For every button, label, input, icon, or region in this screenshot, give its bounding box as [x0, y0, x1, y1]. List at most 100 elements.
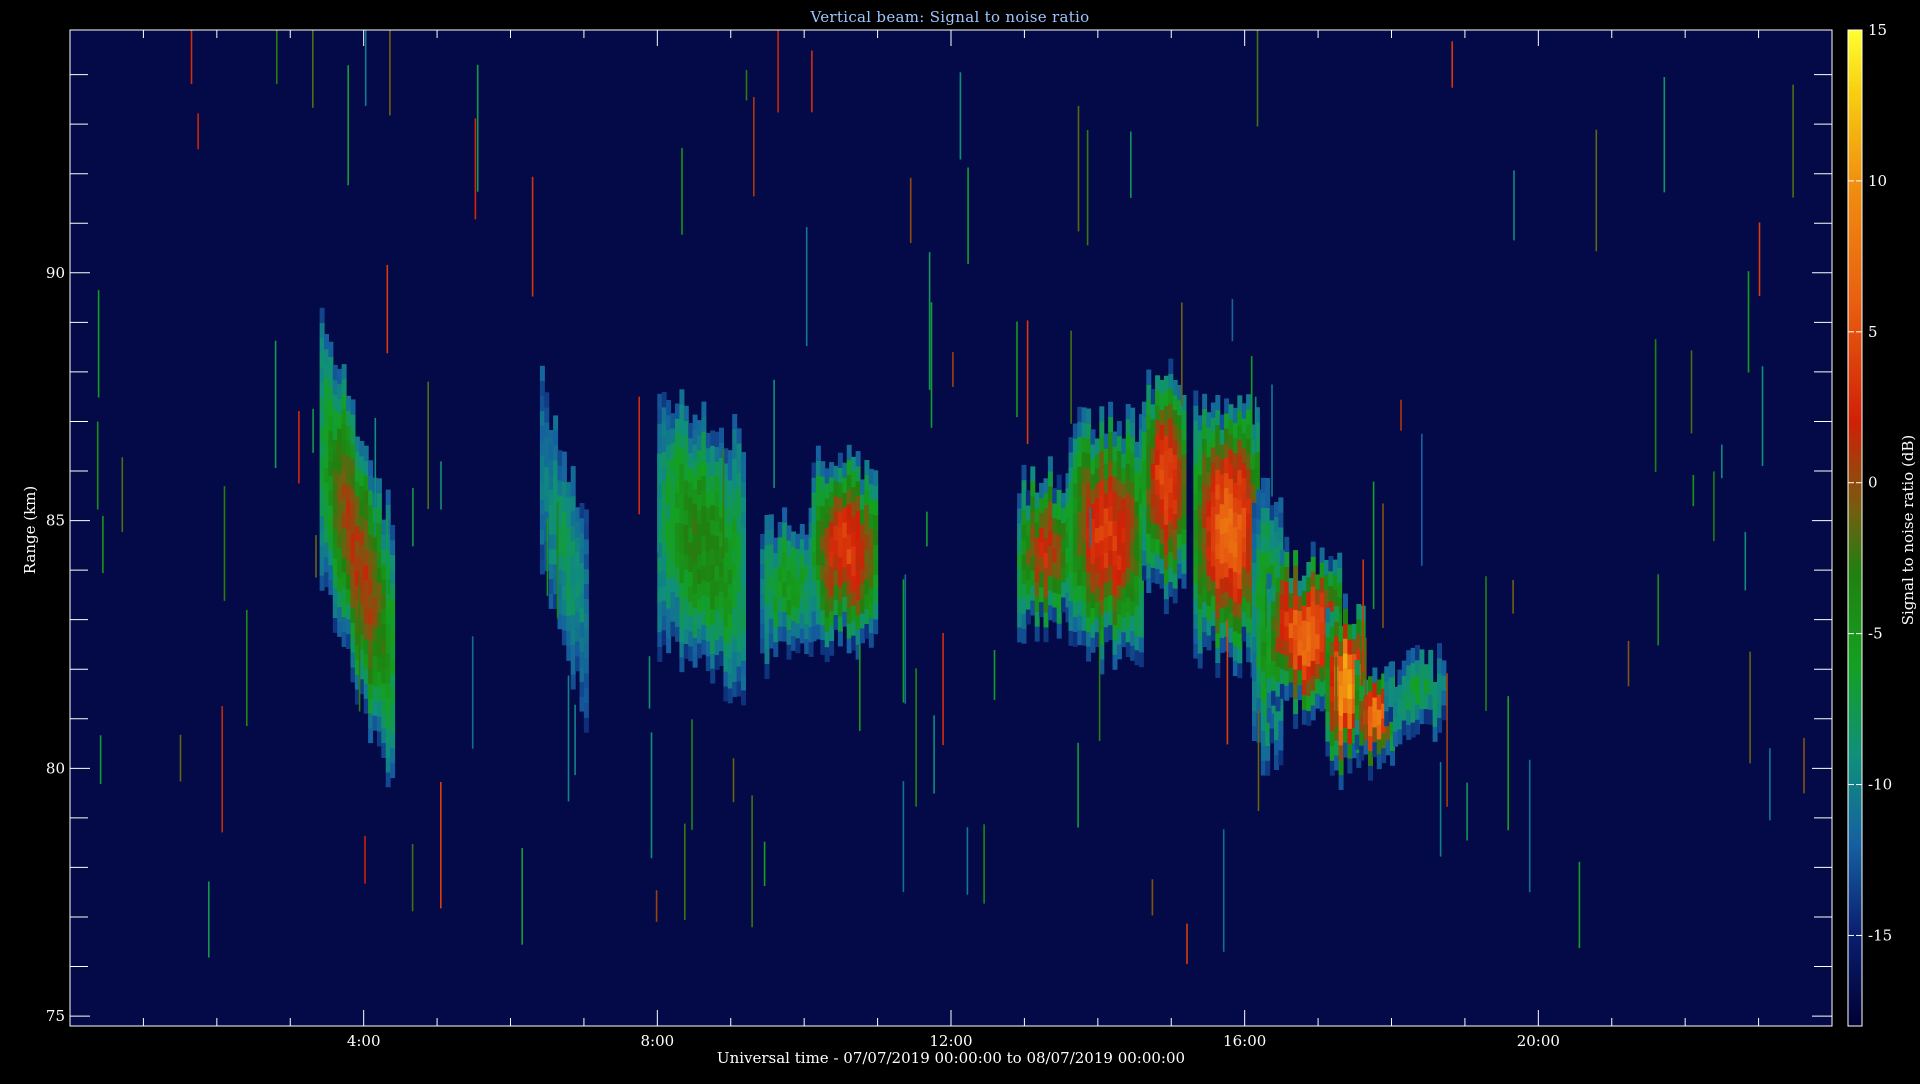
snr-cell	[561, 570, 567, 586]
snr-cell	[1347, 654, 1353, 670]
snr-cell	[1310, 645, 1316, 661]
snr-cell	[1068, 600, 1074, 617]
snr-cell	[1172, 394, 1178, 411]
snr-cell	[1168, 551, 1174, 568]
snr-cell	[372, 670, 378, 687]
snr-cell	[873, 514, 879, 531]
snr-cell	[1155, 479, 1161, 495]
snr-cell	[688, 452, 694, 468]
snr-cell	[714, 565, 720, 581]
snr-cell	[1134, 635, 1140, 651]
snr-cell	[657, 572, 663, 588]
snr-cell	[791, 546, 796, 562]
snr-cell	[1177, 489, 1183, 505]
snr-cell	[1306, 651, 1312, 667]
snr-cell	[666, 414, 672, 431]
snr-cell	[1068, 481, 1074, 498]
snr-cell	[1388, 691, 1394, 707]
snr-cell	[1284, 566, 1290, 582]
snr-cell	[732, 637, 738, 653]
snr-cell	[1310, 630, 1316, 647]
snr-cell	[1206, 516, 1212, 532]
snr-cell	[1193, 509, 1199, 525]
snr-cell	[1354, 660, 1360, 676]
snr-cell	[346, 574, 351, 590]
snr-cell	[1266, 618, 1272, 634]
snr-cell	[1077, 525, 1083, 541]
snr-cell	[1269, 549, 1275, 565]
snr-cell	[1359, 715, 1365, 731]
snr-cell	[1197, 534, 1203, 550]
snr-cell	[583, 687, 589, 703]
snr-cell	[710, 623, 716, 639]
snr-cell	[1150, 522, 1156, 539]
snr-cell	[1163, 569, 1169, 585]
snr-cell	[1017, 567, 1023, 583]
snr-cell	[548, 519, 554, 535]
snr-cell	[1121, 453, 1127, 469]
colorbar-tick-label: 10	[1868, 172, 1887, 190]
snr-cell	[1274, 710, 1279, 726]
snr-cell	[324, 557, 329, 573]
snr-cell	[1202, 602, 1208, 618]
snr-cell	[1202, 512, 1208, 529]
snr-cell	[1437, 658, 1442, 674]
snr-cell	[661, 451, 667, 467]
snr-cell	[350, 577, 356, 594]
snr-cell	[1197, 578, 1203, 595]
snr-cell	[1241, 403, 1247, 419]
snr-cell	[811, 507, 817, 523]
snr-cell	[1099, 465, 1105, 482]
snr-cell	[1351, 638, 1357, 655]
snr-cell	[1325, 637, 1331, 653]
snr-cell	[714, 520, 720, 537]
snr-cell	[1381, 733, 1387, 749]
snr-cell	[1275, 666, 1281, 682]
snr-cell	[666, 637, 672, 654]
snr-cell	[657, 557, 663, 573]
snr-cell	[1260, 760, 1266, 776]
snr-cell	[332, 528, 338, 544]
snr-cell	[764, 515, 770, 531]
snr-cell	[782, 596, 788, 612]
snr-cell	[319, 545, 325, 561]
snr-cell	[666, 429, 672, 446]
snr-cell	[1237, 618, 1243, 634]
snr-cell	[1319, 651, 1325, 667]
snr-cell	[675, 433, 680, 449]
snr-cell	[1329, 641, 1335, 657]
snr-cell	[675, 552, 680, 568]
snr-cell	[1112, 476, 1118, 492]
snr-cell	[782, 522, 788, 538]
snr-cell	[341, 616, 347, 633]
snr-cell	[548, 578, 554, 594]
snr-cell	[1090, 577, 1096, 594]
snr-cell	[824, 602, 830, 618]
snr-cell	[1193, 568, 1199, 585]
snr-cell	[1306, 680, 1312, 697]
snr-cell	[354, 496, 360, 512]
snr-cell	[705, 596, 711, 612]
snr-cell	[1072, 572, 1078, 588]
snr-cell	[657, 616, 663, 633]
snr-cell	[354, 436, 360, 452]
snr-cell	[799, 524, 805, 540]
snr-cell	[1168, 373, 1174, 389]
snr-cell	[319, 456, 325, 472]
snr-cell	[1025, 579, 1031, 595]
snr-cell	[1246, 572, 1252, 588]
snr-cell	[1134, 456, 1140, 472]
snr-cell	[1197, 474, 1203, 491]
snr-cell	[1260, 596, 1266, 612]
snr-cell	[679, 597, 685, 613]
snr-cell	[705, 492, 711, 508]
snr-cell	[675, 567, 680, 583]
snr-cell	[786, 644, 792, 660]
snr-cell	[1116, 554, 1122, 571]
snr-cell	[1293, 669, 1299, 685]
snr-cell	[1094, 512, 1100, 529]
snr-cell	[842, 551, 848, 568]
snr-cell	[363, 653, 369, 670]
snr-cell	[1130, 541, 1136, 557]
snr-cell	[824, 617, 830, 633]
